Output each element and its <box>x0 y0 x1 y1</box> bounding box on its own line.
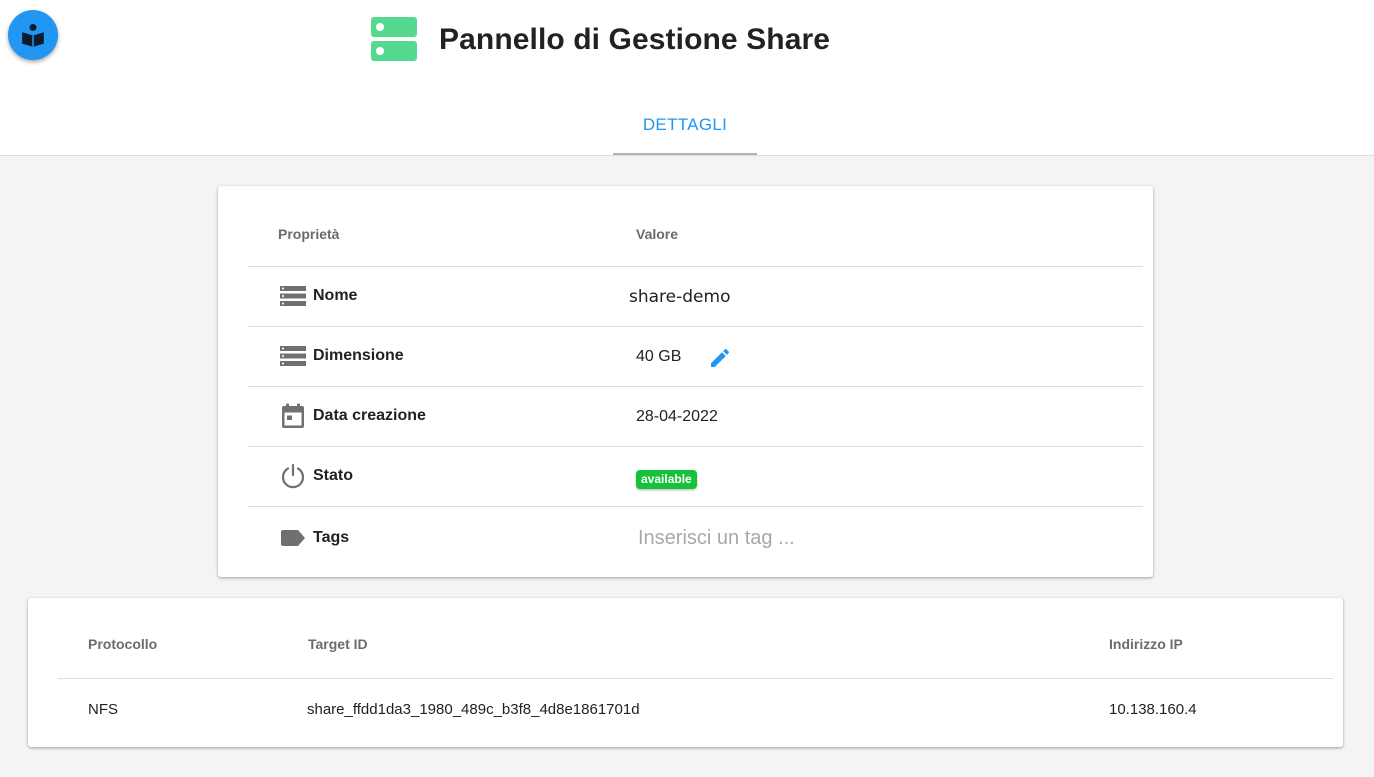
tag-input[interactable] <box>638 523 1058 553</box>
divider <box>248 266 1143 267</box>
tab-label: DETTAGLI <box>642 114 728 134</box>
column-header-ip: Indirizzo IP <box>1109 636 1183 652</box>
creation-date-value: 28-04-2022 <box>636 408 718 425</box>
column-header-protocol: Protocollo <box>88 636 158 652</box>
server-icon <box>371 17 417 61</box>
storage-icon <box>280 283 306 309</box>
divider <box>248 386 1143 387</box>
property-created: Data creazione <box>280 401 426 431</box>
property-label: Data creazione <box>313 407 426 424</box>
divider <box>248 326 1143 327</box>
page-title: Pannello di Gestione Share <box>439 23 831 56</box>
app-header: Pannello di Gestione Share DETTAGLI <box>0 0 1374 156</box>
title-bar: Pannello di Gestione Share <box>370 16 830 64</box>
help-button[interactable] <box>8 10 58 60</box>
edit-size-button[interactable] <box>706 344 734 372</box>
property-status: Stato <box>280 461 353 491</box>
target-id-cell: share_ffdd1da3_1980_489c_b3f8_4d8e186170… <box>307 701 640 718</box>
protocol-cell: NFS <box>88 701 118 718</box>
ip-address-cell: 10.138.160.4 <box>1109 701 1197 718</box>
divider <box>248 506 1143 507</box>
column-header-property: Proprietà <box>278 226 340 242</box>
share-size-value: 40 GB <box>636 348 682 365</box>
property-name: Nome <box>280 281 357 311</box>
label-icon <box>280 525 306 551</box>
storage-icon <box>280 343 306 369</box>
share-details-card: Proprietà Valore Nome share-demo Dimensi… <box>218 186 1153 577</box>
property-size: Dimensione <box>280 341 404 371</box>
share-name-value: share-demo <box>629 287 731 307</box>
divider <box>58 678 1333 679</box>
property-label: Nome <box>313 287 358 304</box>
property-label: Dimensione <box>313 347 404 364</box>
divider <box>248 446 1143 447</box>
property-tags: Tags <box>280 523 349 553</box>
property-label: Tags <box>313 529 350 546</box>
book-reader-icon <box>22 23 44 47</box>
export-targets-card: Protocollo Target ID Indirizzo IP NFS sh… <box>28 598 1343 747</box>
pencil-icon <box>711 348 730 367</box>
column-header-target-id: Target ID <box>308 636 368 652</box>
column-header-value: Valore <box>636 226 679 242</box>
power-icon <box>280 463 306 489</box>
property-label: Stato <box>313 467 353 484</box>
calendar-icon <box>280 403 306 429</box>
tab-dettagli[interactable]: DETTAGLI <box>613 100 757 155</box>
status-badge: available <box>636 470 697 489</box>
